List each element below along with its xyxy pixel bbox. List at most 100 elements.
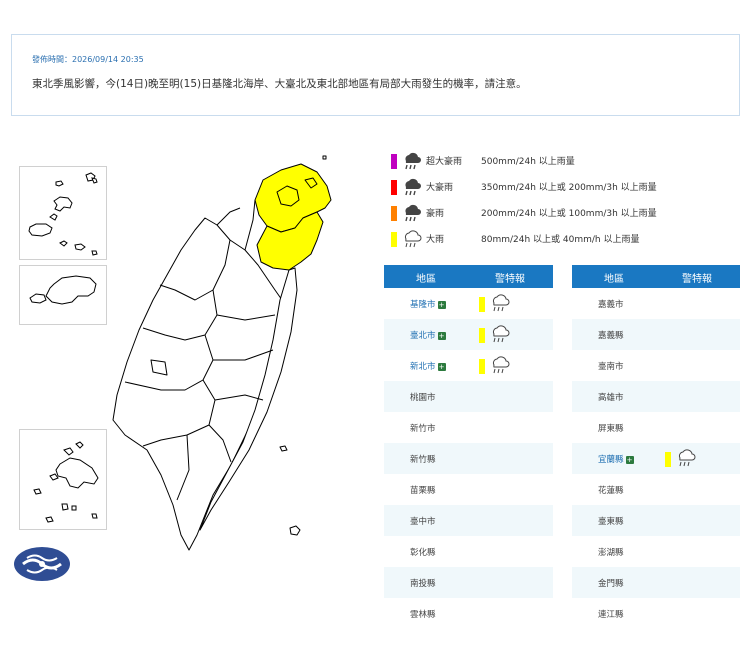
area-name-text: 宜蘭縣 xyxy=(598,455,624,465)
area-name-text: 南投縣 xyxy=(410,579,436,589)
area-name[interactable]: 臺北市 + xyxy=(410,329,446,341)
heavy-rain-swatch xyxy=(479,328,485,343)
area-name: 高雄市 xyxy=(598,391,624,403)
area-name: 苗栗縣 xyxy=(410,484,436,496)
legend-desc: 350mm/24h 以上或 200mm/3h 以上雨量 xyxy=(481,183,657,193)
penghu-islands-map xyxy=(33,441,99,523)
table-row[interactable]: 新竹縣 xyxy=(384,443,553,474)
area-name: 新竹縣 xyxy=(410,453,436,465)
col-header-area: 地區 xyxy=(604,274,624,285)
table-row[interactable]: 高雄市 xyxy=(572,381,740,412)
legend-desc: 80mm/24h 以上或 40mm/h 以上雨量 xyxy=(481,235,640,245)
table-row[interactable]: 金門縣 xyxy=(572,567,740,598)
heavy-rain-swatch xyxy=(479,359,485,374)
area-name-text: 嘉義市 xyxy=(598,300,624,310)
area-name-text: 雲林縣 xyxy=(410,610,436,620)
cloud-rain-icon xyxy=(404,230,422,248)
area-name-text: 新竹市 xyxy=(410,424,436,434)
col-header-warning: 警特報 xyxy=(682,274,712,285)
expand-plus-icon[interactable]: + xyxy=(437,363,446,371)
area-name: 臺中市 xyxy=(410,515,436,527)
area-name: 連江縣 xyxy=(598,608,624,620)
table-row[interactable]: 連江縣 xyxy=(572,598,740,629)
table-header: 地區 警特報 xyxy=(572,265,740,288)
notice-text: 東北季風影響，今(14日)晚至明(15)日基隆北海岸、大臺北及東北部地區有局部大… xyxy=(32,78,527,90)
rainfall-legend: 超大豪雨 500mm/24h 以上雨量 大豪雨 350mm/24h 以上或 20… xyxy=(390,152,740,256)
cloud-rain-icon xyxy=(492,356,510,374)
table-row[interactable]: 彰化縣 xyxy=(384,536,553,567)
cloud-rain-icon xyxy=(492,294,510,312)
warning-table-left: 地區 警特報 基隆市 + 臺北市 + 新北市 + 桃園市 新竹市 新竹縣 苗栗縣 臺中市 彰化縣 南投縣… xyxy=(384,265,553,629)
legend-swatch xyxy=(391,232,397,247)
legend-name: 大豪雨 xyxy=(426,183,454,193)
legend-desc: 200mm/24h 以上或 100mm/3h 以上雨量 xyxy=(481,209,657,219)
area-name-text: 臺北市 xyxy=(410,331,436,341)
area-name-text: 桃園市 xyxy=(410,393,436,403)
cloud-heavy-rain-icon xyxy=(405,204,421,222)
table-row[interactable]: 基隆市 + xyxy=(384,288,553,319)
area-name-text: 澎湖縣 xyxy=(598,548,624,558)
cloud-rain-icon xyxy=(492,325,510,343)
taiwan-county-map[interactable] xyxy=(105,150,345,555)
legend-row-super-torrential: 超大豪雨 500mm/24h 以上雨量 xyxy=(390,152,740,178)
legend-row-heavy: 大雨 80mm/24h 以上或 40mm/h 以上雨量 xyxy=(390,230,740,256)
legend-swatch xyxy=(391,154,397,169)
expand-plus-icon[interactable]: + xyxy=(625,456,634,464)
area-name-text: 嘉義縣 xyxy=(598,331,624,341)
area-name-text: 基隆市 xyxy=(410,300,436,310)
table-row[interactable]: 臺中市 xyxy=(384,505,553,536)
table-row[interactable]: 苗栗縣 xyxy=(384,474,553,505)
warning-table-right: 地區 警特報 嘉義市嘉義縣臺南市高雄市屏東縣宜蘭縣 + 花蓮縣臺東縣澎湖縣金門縣連江… xyxy=(572,265,740,629)
table-row[interactable]: 新竹市 xyxy=(384,412,553,443)
table-row[interactable]: 雲林縣 xyxy=(384,598,553,629)
area-name-text: 花蓮縣 xyxy=(598,486,624,496)
inset-map-penghu[interactable] xyxy=(19,429,107,530)
expand-plus-icon[interactable]: + xyxy=(437,332,446,340)
area-name: 臺南市 xyxy=(598,360,624,372)
table-row[interactable]: 宜蘭縣 + xyxy=(572,443,740,474)
area-name: 嘉義縣 xyxy=(598,329,624,341)
area-name: 金門縣 xyxy=(598,577,624,589)
legend-swatch xyxy=(391,180,397,195)
col-header-warning: 警特報 xyxy=(495,274,525,285)
table-row[interactable]: 嘉義市 xyxy=(572,288,740,319)
area-name[interactable]: 宜蘭縣 + xyxy=(598,453,634,465)
area-name-text: 新竹縣 xyxy=(410,455,436,465)
notice-time: 發佈時間：2026/09/14 20:35 xyxy=(32,55,144,64)
legend-name: 大雨 xyxy=(426,235,445,245)
heavy-rain-swatch xyxy=(665,452,671,467)
area-name-text: 新北市 xyxy=(410,362,436,372)
table-row[interactable]: 南投縣 xyxy=(384,567,553,598)
table-row[interactable]: 嘉義縣 xyxy=(572,319,740,350)
table-row[interactable]: 屏東縣 xyxy=(572,412,740,443)
area-name[interactable]: 新北市 + xyxy=(410,360,446,372)
notice-box: 發佈時間：2026/09/14 20:35 東北季風影響，今(14日)晚至明(1… xyxy=(11,34,740,116)
table-row[interactable]: 臺北市 + xyxy=(384,319,553,350)
legend-desc: 500mm/24h 以上雨量 xyxy=(481,157,575,167)
table-row[interactable]: 桃園市 xyxy=(384,381,553,412)
table-header: 地區 警特報 xyxy=(384,265,553,288)
table-row[interactable]: 臺南市 xyxy=(572,350,740,381)
cwa-logo xyxy=(14,547,70,581)
table-row[interactable]: 花蓮縣 xyxy=(572,474,740,505)
area-name-text: 彰化縣 xyxy=(410,548,436,558)
area-name-text: 臺南市 xyxy=(598,362,624,372)
inset-map-kinmen[interactable] xyxy=(19,265,107,325)
legend-row-extremely-heavy: 豪雨 200mm/24h 以上或 100mm/3h 以上雨量 xyxy=(390,204,740,230)
table-row[interactable]: 臺東縣 xyxy=(572,505,740,536)
area-name-text: 金門縣 xyxy=(598,579,624,589)
inset-map-matsu[interactable] xyxy=(19,166,107,260)
table-row[interactable]: 新北市 + xyxy=(384,350,553,381)
area-name: 新竹市 xyxy=(410,422,436,434)
area-name-text: 臺東縣 xyxy=(598,517,624,527)
table-row[interactable]: 澎湖縣 xyxy=(572,536,740,567)
heavy-rain-swatch xyxy=(479,297,485,312)
area-name[interactable]: 基隆市 + xyxy=(410,298,446,310)
area-name: 雲林縣 xyxy=(410,608,436,620)
cloud-heavy-rain-icon xyxy=(405,152,421,170)
matsu-islands-map xyxy=(28,172,98,256)
area-name-text: 苗栗縣 xyxy=(410,486,436,496)
area-name: 澎湖縣 xyxy=(598,546,624,558)
area-name: 南投縣 xyxy=(410,577,436,589)
expand-plus-icon[interactable]: + xyxy=(437,301,446,309)
